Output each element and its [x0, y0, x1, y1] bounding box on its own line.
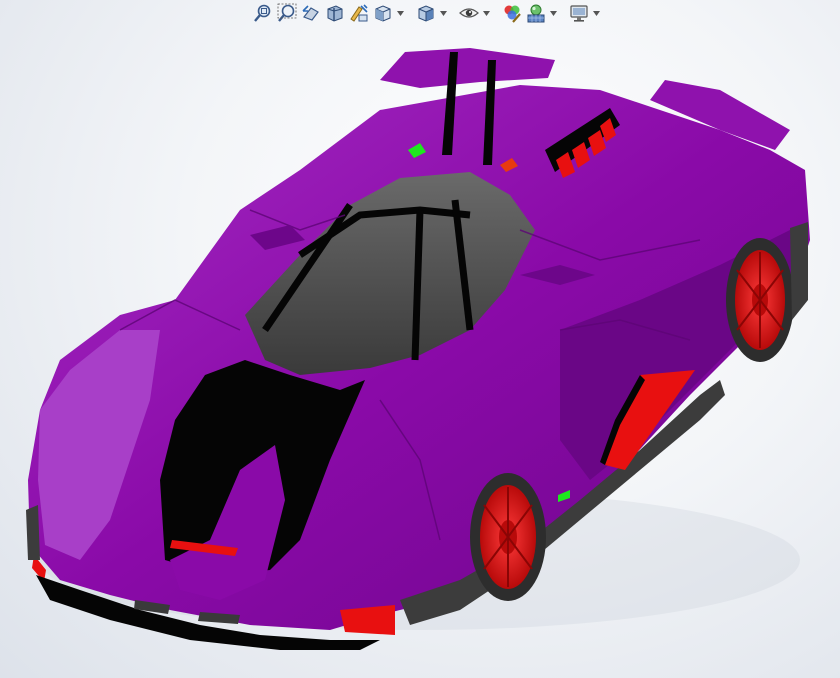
rear-wheel[interactable]	[726, 238, 794, 362]
rear-spoiler-left	[380, 48, 555, 88]
graphics-viewport[interactable]	[0, 0, 840, 678]
front-corner-trim	[26, 505, 40, 560]
rear-side-trim	[790, 222, 808, 320]
car-3d-model[interactable]	[0, 0, 840, 678]
headlight-right	[340, 605, 395, 635]
front-wheel[interactable]	[470, 473, 546, 601]
